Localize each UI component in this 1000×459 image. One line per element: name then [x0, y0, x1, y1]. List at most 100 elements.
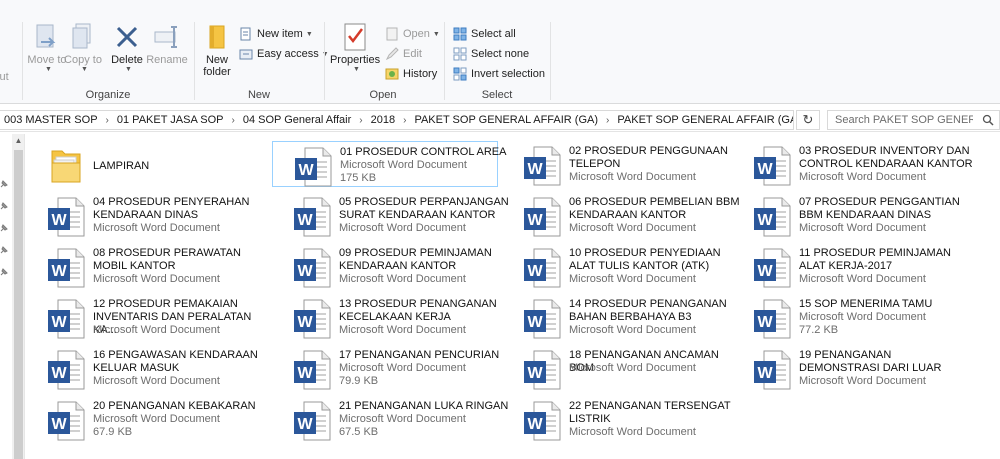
chevron-down-icon: ▼ [45, 66, 52, 73]
word-document-icon: W [46, 349, 86, 391]
chevron-right-icon[interactable]: › [355, 115, 366, 126]
file-item[interactable]: W 08 PROSEDUR PERAWATAN MOBIL KANTOR Micro… [26, 243, 252, 289]
history-label: History [403, 68, 438, 80]
chevron-right-icon[interactable]: › [227, 115, 238, 126]
file-name: 06 PROSEDUR PEMBELIAN BBM KENDARAAN KANT… [569, 196, 740, 221]
file-item[interactable]: W 06 PROSEDUR PEMBELIAN BBM KENDARAAN KAN… [502, 192, 740, 238]
select-none-button[interactable]: Select none [452, 45, 529, 63]
refresh-button[interactable]: ↻ [796, 110, 820, 130]
history-icon [384, 66, 400, 82]
chevron-right-icon[interactable]: › [102, 115, 113, 126]
new-folder-button[interactable]: New folder [194, 22, 240, 78]
breadcrumb-item[interactable]: PAKET SOP GENERAL AFFAIR (GA) [410, 114, 602, 126]
pin-icon[interactable] [0, 245, 8, 254]
file-type: Microsoft Word Document [799, 273, 926, 285]
breadcrumb[interactable]: 003 MASTER SOP › 01 PAKET JASA SOP › 04 … [0, 110, 794, 130]
file-item[interactable]: W 09 PROSEDUR PEMINJAMAN KENDARAAN KANTOR… [272, 243, 498, 289]
file-item[interactable]: W 05 PROSEDUR PERPANJANGAN SURAT KENDARAA… [272, 192, 509, 238]
file-item[interactable]: W 01 PROSEDUR CONTROL AREA Microsoft Word … [272, 141, 506, 187]
word-document-icon: W [292, 247, 332, 289]
file-item[interactable]: W 17 PENANGANAN PENCURIAN Microsoft Word D… [272, 345, 499, 391]
file-item[interactable]: W 19 PENANGANAN DEMONSTRASI DARI LUAR Micr… [732, 345, 972, 391]
file-item[interactable]: W 04 PROSEDUR PENYERAHAN KENDARAAN DINAS M… [26, 192, 252, 238]
file-type: Microsoft Word Document [93, 413, 220, 425]
scrollbar-thumb[interactable] [14, 150, 23, 459]
word-document-icon: W [292, 196, 332, 238]
history-button[interactable]: History [384, 65, 437, 83]
word-document-icon: W [292, 298, 332, 340]
chevron-right-icon[interactable]: › [602, 115, 613, 126]
file-item[interactable]: W 10 PROSEDUR PENYEDIAAN ALAT TULIS KANTO… [502, 243, 728, 289]
file-item[interactable]: W 03 PROSEDUR INVENTORY DAN CONTROL KENDA… [732, 141, 973, 187]
file-item[interactable]: W 22 PENANGANAN TERSENGAT LISTRIK Microsof… [502, 396, 730, 442]
breadcrumb-item[interactable]: 04 SOP General Affair [239, 114, 355, 126]
word-document-icon: W [522, 145, 562, 187]
search-box[interactable] [827, 110, 1000, 130]
search-input[interactable] [835, 114, 973, 126]
file-item[interactable]: W 02 PROSEDUR PENGGUNAAN TELEPON Microsoft… [502, 141, 728, 187]
chevron-right-icon[interactable]: › [399, 115, 410, 126]
word-document-icon: W [46, 196, 86, 238]
invert-selection-label: Invert selection [471, 68, 545, 80]
word-document-icon: W [752, 145, 792, 187]
folder-item[interactable]: LAMPIRAN [26, 141, 252, 187]
select-group-label: Select [481, 89, 513, 101]
svg-text:W: W [527, 161, 543, 178]
svg-text:W: W [527, 365, 543, 382]
file-item[interactable]: W 11 PROSEDUR PEMINJAMAN ALAT KERJA-2017 M… [732, 243, 972, 289]
file-item[interactable]: W 12 PROSEDUR PEMAKAIAN INVENTARIS DAN PE… [26, 294, 252, 340]
pin-icon[interactable] [0, 223, 8, 232]
file-item[interactable]: W 13 PROSEDUR PENANGANAN KECELAKAAN KERJA… [272, 294, 498, 340]
vertical-scrollbar[interactable]: ▲ [12, 134, 25, 459]
copy-to-button[interactable]: Copy to ▼ [60, 22, 106, 73]
pin-icon[interactable] [0, 201, 8, 210]
file-name: 16 PENGAWASAN KENDARAAN KELUAR MASUK [93, 349, 258, 374]
file-item[interactable]: W 07 PROSEDUR PENGGANTIAN BBM KENDARAAN D… [732, 192, 972, 238]
file-name: 19 PENANGANAN DEMONSTRASI DARI LUAR [799, 349, 942, 374]
copy-to-label: Copy to [64, 54, 102, 66]
svg-text:W: W [51, 416, 67, 433]
scroll-up-icon[interactable]: ▲ [12, 136, 25, 145]
file-name: 07 PROSEDUR PENGGANTIAN BBM KENDARAAN DI… [799, 196, 960, 221]
new-group: New folder New item ▼ Easy access ▼ New [194, 0, 329, 104]
word-document-icon: W [46, 400, 86, 442]
organize-group: Move to ▼ Copy to ▼ Delete ▼ Rename Orga… [22, 0, 194, 104]
pin-icon[interactable] [0, 267, 8, 276]
word-document-icon: W [522, 400, 562, 442]
file-type: Microsoft Word Document [569, 273, 696, 285]
select-none-icon [452, 46, 468, 62]
invert-selection-button[interactable]: Invert selection [452, 65, 545, 83]
file-type: Microsoft Word Document [799, 375, 926, 387]
svg-text:W: W [51, 314, 67, 331]
file-item[interactable]: W 15 SOP MENERIMA TAMU Microsoft Word Docu… [732, 294, 972, 340]
breadcrumb-item[interactable]: 2018 [367, 114, 399, 126]
file-name: 11 PROSEDUR PEMINJAMAN ALAT KERJA-2017 [799, 247, 951, 272]
rename-button[interactable]: Rename [144, 22, 190, 66]
easy-access-button[interactable]: Easy access ▼ [238, 45, 329, 63]
file-item[interactable]: W 20 PENANGANAN KEBAKARAN Microsoft Word D… [26, 396, 256, 442]
properties-button[interactable]: Properties ▼ [330, 22, 380, 73]
open-group: Properties ▼ Open ▼ Edit History Open [324, 0, 442, 104]
file-type: Microsoft Word Document [339, 362, 466, 374]
folder-icon [46, 145, 86, 187]
breadcrumb-item[interactable]: 01 PAKET JASA SOP [113, 114, 228, 126]
file-item[interactable]: W 18 PENANGANAN ANCAMAN BOM Microsoft Word… [502, 345, 728, 391]
file-item[interactable]: W 16 PENGAWASAN KENDARAAN KELUAR MASUK Mic… [26, 345, 258, 391]
breadcrumb-item[interactable]: 003 MASTER SOP [0, 114, 102, 126]
file-type: Microsoft Word Document [799, 222, 926, 234]
file-type: Microsoft Word Document [339, 324, 466, 336]
svg-text:W: W [757, 314, 773, 331]
pin-icon[interactable] [0, 179, 8, 188]
new-item-button[interactable]: New item ▼ [238, 25, 313, 43]
file-item[interactable]: W 21 PENANGANAN LUKA RINGAN Microsoft Word… [272, 396, 508, 442]
file-item[interactable]: W 14 PROSEDUR PENANGANAN BAHAN BERBAHAYA … [502, 294, 728, 340]
breadcrumb-item[interactable]: PAKET SOP GENERAL AFFAIR (GA) [613, 114, 793, 126]
cut-button[interactable]: cut [0, 68, 9, 86]
edit-button[interactable]: Edit [384, 45, 422, 63]
file-name: 17 PENANGANAN PENCURIAN [339, 349, 500, 361]
open-group-label: Open [369, 89, 397, 101]
file-type: Microsoft Word Document [93, 222, 220, 234]
select-all-button[interactable]: Select all [452, 25, 516, 43]
open-button[interactable]: Open ▼ [384, 25, 440, 43]
new-item-icon [238, 26, 254, 42]
